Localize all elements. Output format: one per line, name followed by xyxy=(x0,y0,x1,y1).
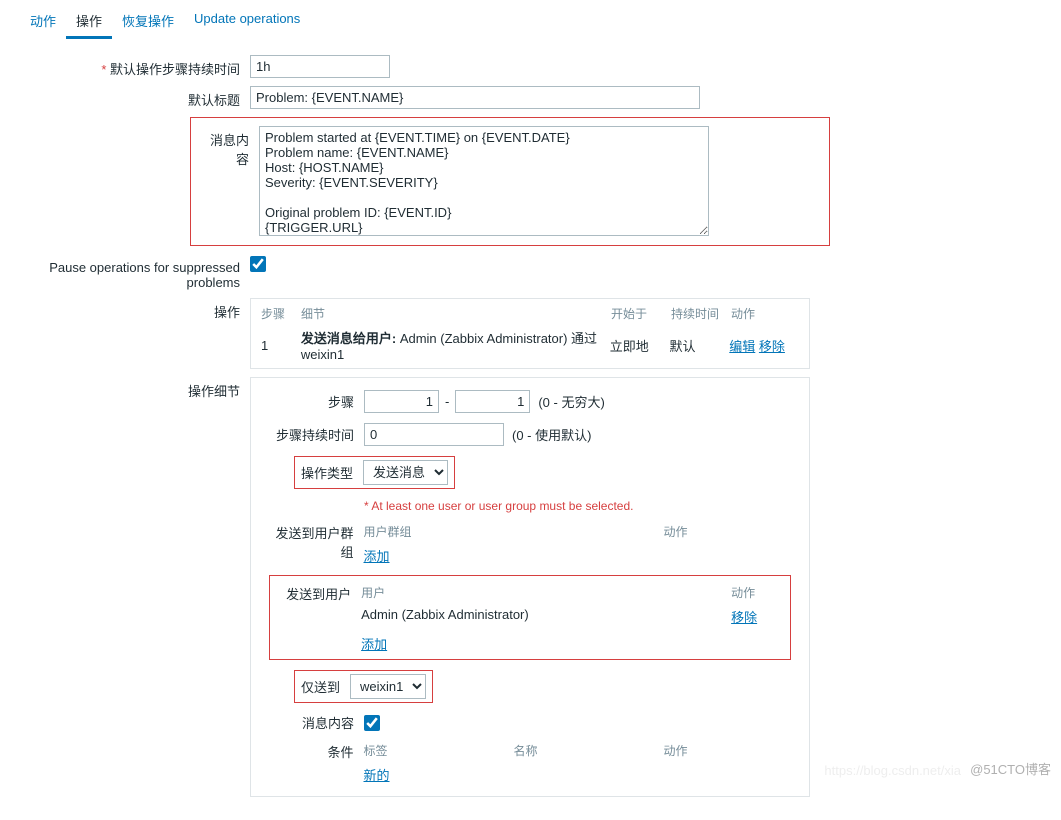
tab-recovery[interactable]: 恢复操作 xyxy=(112,5,184,39)
send-to-groups-label: 发送到用户群组 xyxy=(269,523,364,561)
message-label: 消息内容 xyxy=(201,126,259,168)
remove-link[interactable]: 移除 xyxy=(759,339,785,354)
step-from-input[interactable] xyxy=(364,390,439,413)
msg-content-checkbox[interactable] xyxy=(364,715,380,731)
default-subject-input[interactable] xyxy=(250,86,700,109)
col-usergroup: 用户群组 xyxy=(364,523,664,540)
steps-label: 步骤 xyxy=(269,392,364,411)
tab-update[interactable]: Update operations xyxy=(184,5,310,39)
conditions-label: 条件 xyxy=(269,742,364,761)
row-duration: 默认 xyxy=(670,336,730,355)
watermark: @51CTO博客 xyxy=(970,759,1051,778)
row-details: 发送消息给用户: Admin (Zabbix Administrator) 通过… xyxy=(301,328,610,362)
add-group-link[interactable]: 添加 xyxy=(364,549,390,564)
watermark-faint: https://blog.csdn.net/xia xyxy=(824,763,961,778)
pause-label: Pause operations for suppressed problems xyxy=(20,256,250,290)
only-to-select[interactable]: weixin1 xyxy=(350,674,426,699)
col-duration: 持续时间 xyxy=(671,305,731,322)
only-to-label: 仅送到 xyxy=(301,677,340,696)
operations-label: 操作 xyxy=(20,298,250,321)
warn-text: At least one user or user group must be … xyxy=(371,499,633,513)
col-label-cond: 标签 xyxy=(364,742,514,759)
col-name-cond: 名称 xyxy=(514,742,664,759)
table-row: 1 发送消息给用户: Admin (Zabbix Administrator) … xyxy=(261,328,799,362)
step-to-input[interactable] xyxy=(455,390,530,413)
operation-details-label: 操作细节 xyxy=(20,377,250,400)
step-duration-sublabel: 步骤持续时间 xyxy=(269,425,364,444)
col-details: 细节 xyxy=(301,305,611,322)
col-action-users: 动作 xyxy=(731,584,755,601)
add-user-link[interactable]: 添加 xyxy=(361,637,387,652)
step-duration-input[interactable] xyxy=(364,423,504,446)
col-action: 动作 xyxy=(731,305,791,322)
msg-content-label: 消息内容 xyxy=(269,713,364,732)
send-to-users-label: 发送到用户 xyxy=(280,584,361,603)
default-step-duration-input[interactable] xyxy=(250,55,390,78)
pause-checkbox[interactable] xyxy=(250,256,266,272)
col-start: 开始于 xyxy=(611,305,671,322)
steps-hint: (0 - 无穷大) xyxy=(538,392,604,411)
tab-action[interactable]: 动作 xyxy=(20,5,66,39)
op-type-label: 操作类型 xyxy=(301,463,353,482)
tabs-bar: 动作 操作 恢复操作 Update operations xyxy=(0,0,1061,40)
col-user: 用户 xyxy=(361,584,731,601)
row-step-num: 1 xyxy=(261,338,301,353)
col-action-cond: 动作 xyxy=(664,742,688,759)
col-action-groups: 动作 xyxy=(664,523,688,540)
user-value: Admin (Zabbix Administrator) xyxy=(361,607,731,626)
op-type-select[interactable]: 发送消息 xyxy=(363,460,448,485)
new-condition-link[interactable]: 新的 xyxy=(364,768,390,783)
operation-details-box: 步骤 - (0 - 无穷大) 步骤持续时间 (0 - 使用默认) 操作类型 xyxy=(250,377,810,797)
remove-user-link[interactable]: 移除 xyxy=(731,610,757,625)
message-textarea[interactable]: Problem started at {EVENT.TIME} on {EVEN… xyxy=(259,126,709,236)
default-subject-label: 默认标题 xyxy=(20,86,250,109)
default-step-duration-label: * 默认操作步骤持续时间 xyxy=(20,55,250,78)
edit-link[interactable]: 编辑 xyxy=(729,339,755,354)
step-duration-hint: (0 - 使用默认) xyxy=(512,425,591,444)
row-start: 立即地 xyxy=(610,336,670,355)
col-steps: 步骤 xyxy=(261,305,301,322)
operations-table: 步骤 细节 开始于 持续时间 动作 1 发送消息给用户: Admin (Zabb… xyxy=(250,298,810,369)
tab-operations[interactable]: 操作 xyxy=(66,5,112,39)
